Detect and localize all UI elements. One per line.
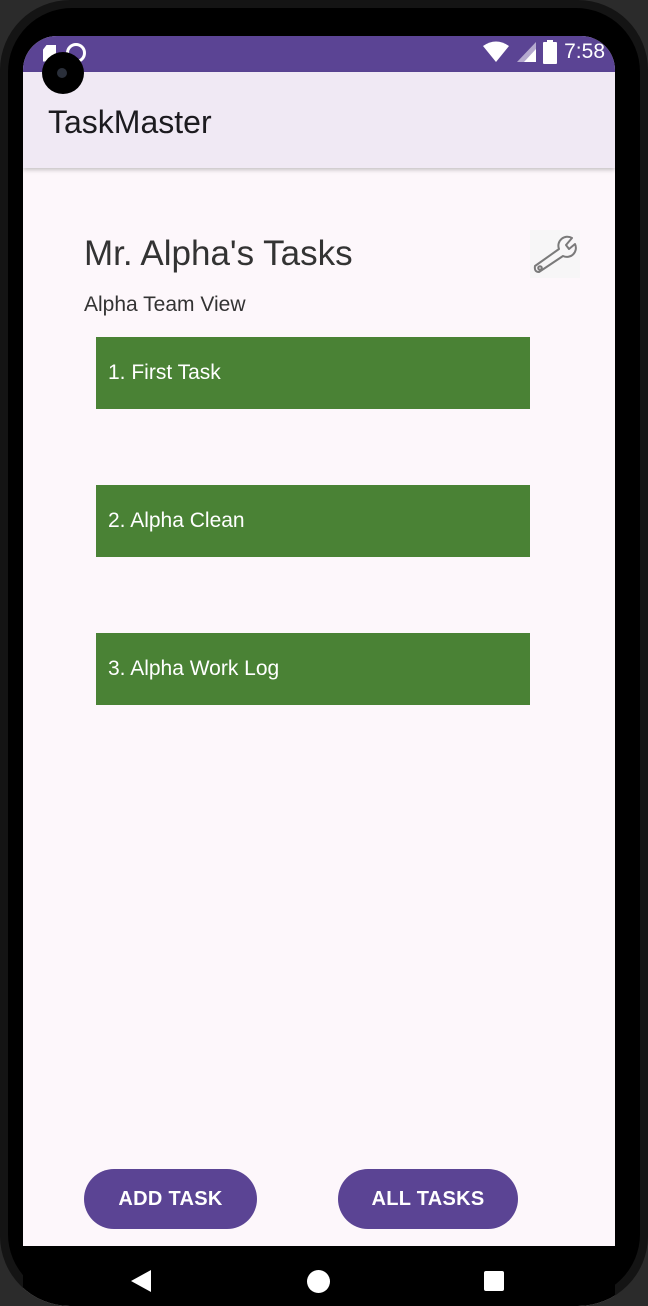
team-label: Alpha Team View bbox=[84, 293, 246, 316]
task-item[interactable]: 1. First Task bbox=[96, 337, 530, 409]
device-frame: 7:58 TaskMaster Mr. Alpha's Tasks Alpha … bbox=[0, 0, 648, 1306]
status-bar: 7:58 bbox=[23, 36, 615, 72]
add-task-label: ADD TASK bbox=[118, 1187, 223, 1210]
status-time: 7:58 bbox=[564, 40, 605, 63]
task-label: 2. Alpha Clean bbox=[108, 509, 245, 532]
task-label: 3. Alpha Work Log bbox=[108, 657, 280, 680]
task-item[interactable]: 3. Alpha Work Log bbox=[96, 633, 530, 705]
navigation-bar bbox=[23, 1246, 615, 1306]
back-icon[interactable] bbox=[131, 1270, 151, 1292]
recents-icon[interactable] bbox=[484, 1271, 504, 1291]
signal-icon bbox=[517, 42, 537, 62]
task-item[interactable]: 2. Alpha Clean bbox=[96, 485, 530, 557]
home-icon[interactable] bbox=[307, 1270, 330, 1293]
settings-button[interactable] bbox=[530, 230, 580, 278]
screen: 7:58 TaskMaster Mr. Alpha's Tasks Alpha … bbox=[23, 36, 615, 1306]
task-list: 1. First Task 2. Alpha Clean 3. Alpha Wo… bbox=[96, 337, 530, 781]
all-tasks-label: ALL TASKS bbox=[371, 1187, 485, 1210]
page-title: Mr. Alpha's Tasks bbox=[84, 234, 353, 273]
wrench-icon bbox=[533, 235, 577, 273]
battery-icon bbox=[543, 40, 558, 64]
add-task-button[interactable]: ADD TASK bbox=[84, 1169, 257, 1229]
app-title: TaskMaster bbox=[48, 104, 212, 140]
all-tasks-button[interactable]: ALL TASKS bbox=[338, 1169, 518, 1229]
wifi-icon bbox=[483, 41, 510, 62]
task-label: 1. First Task bbox=[108, 361, 221, 384]
camera-cutout bbox=[42, 52, 84, 94]
app-bar: TaskMaster bbox=[23, 72, 615, 168]
status-right: 7:58 bbox=[483, 40, 605, 64]
